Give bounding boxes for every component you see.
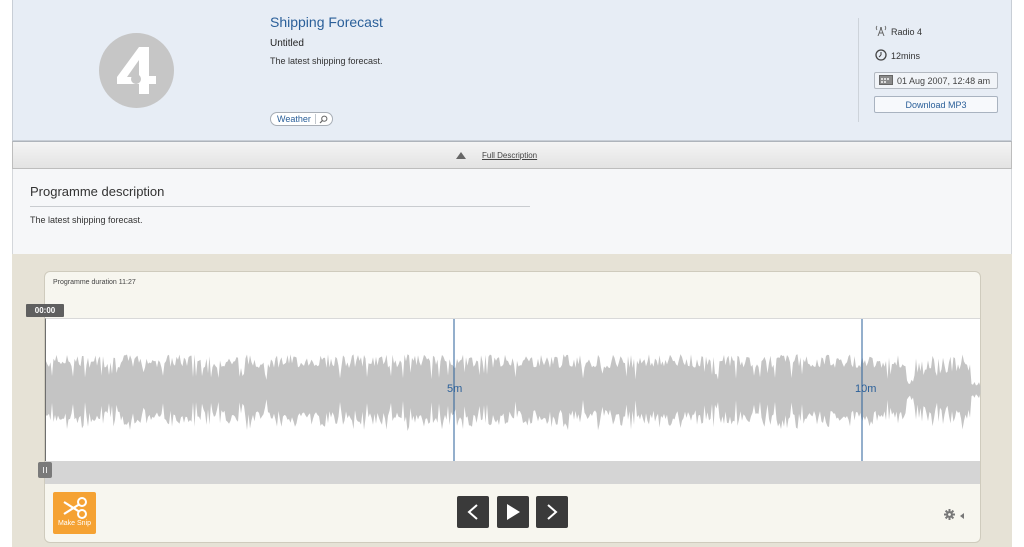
chevron-right-icon	[547, 504, 558, 520]
radio4-logo	[99, 33, 174, 108]
waveform-svg[interactable]	[46, 319, 981, 462]
play-icon	[507, 504, 520, 520]
broadcast-date: 01 Aug 2007, 12:48 am	[874, 72, 998, 89]
magnifier-icon[interactable]	[319, 115, 328, 124]
collapse-arrow-icon[interactable]	[456, 152, 466, 159]
play-button[interactable]	[497, 496, 529, 528]
make-snip-label: Make Snip	[57, 520, 92, 527]
tag-label: Weather	[277, 114, 311, 124]
tag-weather[interactable]: Weather	[270, 112, 333, 126]
station-row: Radio 4	[875, 25, 922, 38]
duration-row: 12mins	[875, 49, 920, 63]
next-button[interactable]	[536, 496, 568, 528]
programme-short-description: The latest shipping forecast.	[270, 56, 383, 66]
antenna-icon	[875, 25, 891, 38]
tag-separator	[314, 114, 316, 124]
marker-label-5m: 5m	[447, 383, 463, 395]
description-heading: Programme description	[30, 184, 165, 199]
scrollbar-handle[interactable]	[38, 462, 52, 478]
programme-duration-label: Programme duration 11:27	[53, 279, 136, 286]
description-divider	[30, 206, 530, 207]
make-snip-button[interactable]: Make Snip	[53, 492, 96, 534]
chevron-left-icon	[467, 504, 478, 520]
waveform-path	[46, 354, 981, 431]
full-description-toggle[interactable]: Full Description	[12, 141, 1012, 169]
programme-header: Shipping Forecast Untitled The latest sh…	[12, 0, 1012, 141]
player-controls: Make Snip	[45, 484, 980, 542]
station-name: Radio 4	[891, 26, 923, 37]
settings-caret-icon[interactable]	[960, 513, 964, 519]
marker-label-10m: 10m	[855, 383, 877, 395]
clock-icon	[875, 49, 891, 63]
programme-title[interactable]: Shipping Forecast	[270, 14, 383, 30]
radio4-logo-glyph	[117, 47, 156, 94]
gear-icon[interactable]	[944, 507, 955, 525]
duration-text: 12mins	[891, 51, 921, 61]
waveform[interactable]: 5m 10m	[45, 318, 981, 462]
settings-menu[interactable]	[944, 507, 964, 525]
previous-button[interactable]	[457, 496, 489, 528]
description-text: The latest shipping forecast.	[30, 215, 143, 225]
meta-divider	[858, 18, 859, 122]
programme-subtitle: Untitled	[270, 38, 304, 49]
current-time-badge: 00:00	[26, 304, 64, 317]
date-text: 01 Aug 2007, 12:48 am	[897, 75, 991, 86]
scissors-icon	[53, 497, 96, 519]
programme-description-panel: Programme description The latest shippin…	[12, 169, 1012, 254]
timeline-scrollbar[interactable]	[45, 461, 980, 484]
download-mp3-button[interactable]: Download MP3	[874, 96, 998, 113]
full-description-link[interactable]: Full Description	[482, 151, 537, 160]
calendar-icon	[879, 74, 897, 87]
